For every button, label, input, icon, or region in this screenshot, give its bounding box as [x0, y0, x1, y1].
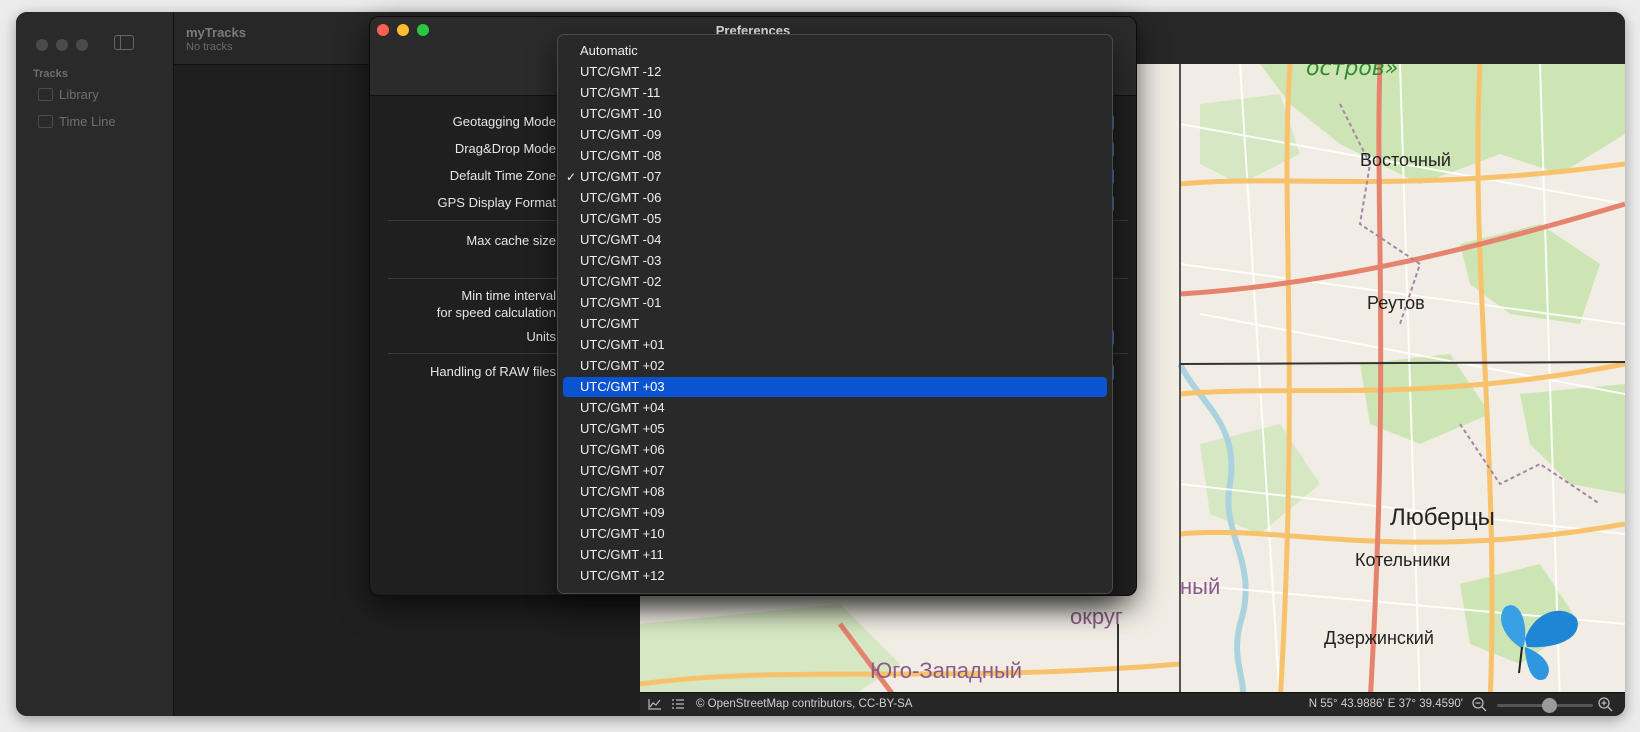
checkmark-icon: ✓ [566, 170, 577, 184]
menu-item-utc-gmt-08[interactable]: UTC/GMT +08 [563, 482, 1107, 502]
menu-item-label: UTC/GMT +01 [580, 337, 665, 352]
menu-item-label: UTC/GMT -08 [580, 148, 662, 163]
folder-icon [38, 87, 53, 101]
sidebar-section-title: Tracks [33, 68, 68, 80]
window-controls-inactive [36, 39, 88, 51]
menu-item-utc-gmt[interactable]: UTC/GMT [563, 314, 1107, 334]
timezone-dropdown-menu: Automatic UTC/GMT -12 UTC/GMT -11 UTC/GMT -… [557, 34, 1113, 594]
sidebar-item-label: Time Line [59, 113, 116, 129]
menu-item-label: UTC/GMT -06 [580, 190, 662, 205]
map-label-okrug: округ [1070, 604, 1123, 629]
zoom-button[interactable] [76, 39, 88, 51]
sidebar: Tracks Library Time Line [16, 12, 174, 716]
label-units: Units [526, 329, 556, 344]
menu-item-label: UTC/GMT -12 [580, 64, 662, 79]
menu-item-utc-gmt-05[interactable]: UTC/GMT -05 [563, 209, 1107, 229]
map-label-vostochny: Восточный [1360, 150, 1451, 170]
menu-item-label: UTC/GMT +10 [580, 526, 665, 541]
menu-item-automatic[interactable]: Automatic [563, 41, 1107, 61]
minimize-button[interactable] [56, 39, 68, 51]
label-min-time-interval: Min time interval [461, 288, 556, 303]
zoom-slider[interactable] [1497, 698, 1593, 713]
menu-item-label: UTC/GMT +06 [580, 442, 665, 457]
menu-item-label: UTC/GMT +03 [580, 379, 665, 394]
menu-item-utc-gmt-10[interactable]: UTC/GMT +10 [563, 524, 1107, 544]
menu-item-label: UTC/GMT -10 [580, 106, 662, 121]
map-label-ostrov: остров» [1306, 64, 1399, 81]
label-speed-calculation: for speed calculation [436, 305, 556, 320]
map-label-yugo: Юго-Западный [870, 658, 1023, 683]
menu-item-utc-gmt-09[interactable]: UTC/GMT +09 [563, 503, 1107, 523]
menu-item-label: UTC/GMT +04 [580, 400, 665, 415]
menu-item-utc-gmt-01[interactable]: UTC/GMT +01 [563, 335, 1107, 355]
app-subtitle: No tracks [186, 41, 233, 53]
app-title: myTracks [186, 25, 246, 40]
list-icon[interactable] [672, 699, 684, 709]
menu-item-utc-gmt-03[interactable]: UTC/GMT +03 [563, 377, 1107, 397]
map-label-ny: ный [1180, 574, 1221, 599]
menu-item-label: UTC/GMT -03 [580, 253, 662, 268]
menu-item-label: UTC/GMT -02 [580, 274, 662, 289]
menu-item-utc-gmt-02[interactable]: UTC/GMT -02 [563, 272, 1107, 292]
menu-item-utc-gmt-06[interactable]: UTC/GMT +06 [563, 440, 1107, 460]
menu-item-utc-gmt-12[interactable]: UTC/GMT -12 [563, 62, 1107, 82]
menu-item-utc-gmt-03[interactable]: UTC/GMT -03 [563, 251, 1107, 271]
menu-item-utc-gmt-04[interactable]: UTC/GMT +04 [563, 398, 1107, 418]
close-button[interactable] [36, 39, 48, 51]
map-status-bar: © OpenStreetMap contributors, CC-BY-SA N… [640, 692, 1625, 716]
sidebar-toggle-icon[interactable] [114, 35, 134, 50]
menu-item-label: UTC/GMT +09 [580, 505, 665, 520]
menu-item-utc-gmt-07[interactable]: ✓ UTC/GMT -07 [563, 167, 1107, 187]
label-default-time-zone: Default Time Zone [449, 168, 556, 183]
menu-item-utc-gmt-10[interactable]: UTC/GMT -10 [563, 104, 1107, 124]
calendar-icon [38, 114, 53, 128]
zoom-out-icon[interactable] [1471, 696, 1489, 714]
menu-item-label: UTC/GMT -11 [580, 85, 661, 100]
zoom-slider-knob[interactable] [1541, 698, 1557, 713]
menu-item-label: UTC/GMT -05 [580, 211, 662, 226]
menu-item-utc-gmt-02[interactable]: UTC/GMT +02 [563, 356, 1107, 376]
label-max-cache-size: Max cache size [466, 233, 556, 248]
cursor-coordinates: N 55° 43.9886' E 37° 39.4590' [1308, 698, 1463, 710]
menu-item-utc-gmt-06[interactable]: UTC/GMT -06 [563, 188, 1107, 208]
map-label-lyubertsy: Люберцы [1390, 504, 1495, 531]
sidebar-item-label: Library [59, 86, 99, 102]
menu-item-label: UTC/GMT [580, 316, 640, 331]
menu-item-label: UTC/GMT +12 [580, 568, 665, 583]
chart-icon[interactable] [648, 698, 662, 710]
sidebar-item-timeline[interactable]: Time Line [38, 111, 116, 131]
sidebar-item-library[interactable]: Library [38, 84, 99, 104]
label-drag-drop-mode: Drag&Drop Mode [454, 141, 556, 156]
map-label-dzerzhinsky: Дзержинский [1324, 628, 1434, 648]
menu-item-label: Automatic [580, 43, 638, 58]
map-label-kotelniki: Котельники [1355, 550, 1451, 570]
menu-item-utc-gmt-07[interactable]: UTC/GMT +07 [563, 461, 1107, 481]
map-attribution[interactable]: © OpenStreetMap contributors, CC-BY-SA [696, 698, 912, 710]
menu-item-utc-gmt-09[interactable]: UTC/GMT -09 [563, 125, 1107, 145]
menu-item-utc-gmt-12[interactable]: UTC/GMT +12 [563, 566, 1107, 586]
menu-item-utc-gmt-01[interactable]: UTC/GMT -01 [563, 293, 1107, 313]
zoom-in-icon[interactable] [1597, 696, 1615, 714]
menu-item-label: UTC/GMT -04 [580, 232, 662, 247]
menu-item-utc-gmt-04[interactable]: UTC/GMT -04 [563, 230, 1107, 250]
menu-item-label: UTC/GMT -09 [580, 127, 662, 142]
label-geotagging-mode: Geotagging Mode [452, 114, 556, 129]
menu-item-utc-gmt-08[interactable]: UTC/GMT -08 [563, 146, 1107, 166]
menu-item-label: UTC/GMT -01 [580, 295, 662, 310]
menu-item-label: UTC/GMT +05 [580, 421, 665, 436]
menu-item-utc-gmt-05[interactable]: UTC/GMT +05 [563, 419, 1107, 439]
menu-item-label: UTC/GMT +07 [580, 463, 665, 478]
menu-item-label: UTC/GMT -07 [580, 169, 662, 184]
menu-item-utc-gmt-11[interactable]: UTC/GMT -11 [563, 83, 1107, 103]
menu-item-label: UTC/GMT +11 [580, 547, 664, 562]
map-label-reutov: Реутов [1367, 293, 1425, 313]
menu-item-label: UTC/GMT +08 [580, 484, 665, 499]
menu-item-utc-gmt-11[interactable]: UTC/GMT +11 [563, 545, 1107, 565]
label-gps-display-format: GPS Display Format [437, 195, 556, 210]
label-handling-raw-files: Handling of RAW files [430, 364, 556, 379]
menu-item-label: UTC/GMT +02 [580, 358, 665, 373]
